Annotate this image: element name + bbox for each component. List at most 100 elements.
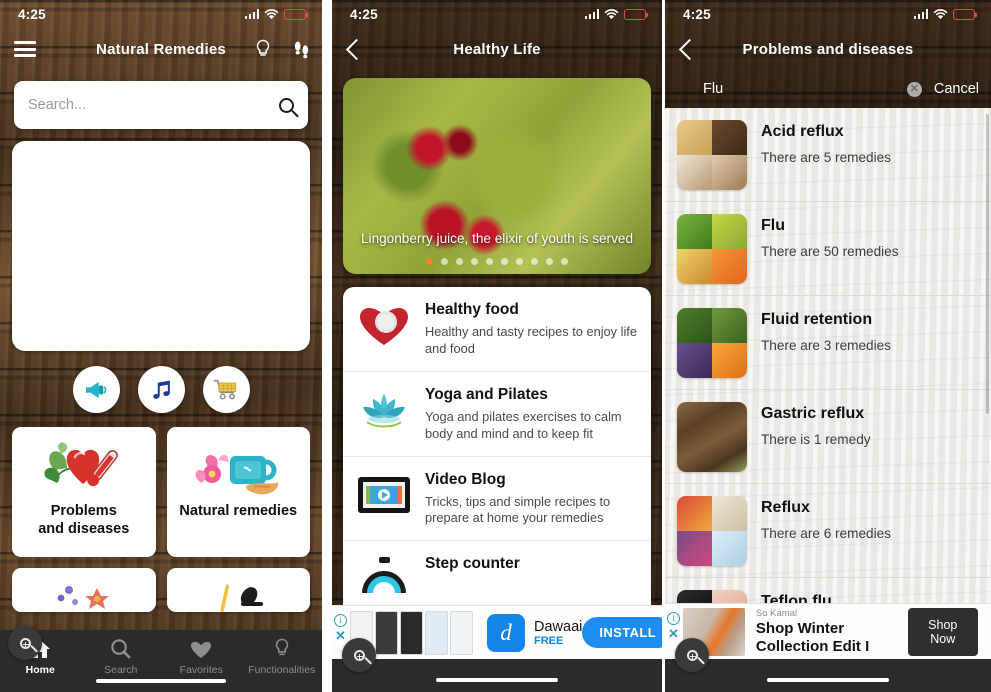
carousel-dot[interactable] [486,258,493,265]
shop-now-button[interactable]: Shop Now [907,607,979,656]
carousel-dot[interactable] [426,258,433,265]
scrollbar[interactable] [986,114,989,414]
status-clock: 4:25 [18,6,46,22]
screenshot-stage: 4:25 Natural Remedies Search... Problems… [0,0,991,692]
result-subtitle: There are 3 remedies [761,338,891,353]
ad-close-icon[interactable]: ✕ [335,629,346,642]
hamburger-menu-icon[interactable] [14,41,36,57]
carousel-dot[interactable] [561,258,568,265]
zoom-in-icon[interactable] [675,638,709,672]
search-bar[interactable]: Flu ✕ Cancel [665,70,991,108]
menu-button[interactable] [0,41,36,57]
back-button[interactable] [665,38,701,60]
list-item-desc: Tricks, tips and simple recipes to prepa… [425,493,611,526]
megaphone-icon-button[interactable] [72,366,120,413]
battery-low-icon [284,8,309,20]
result-thumbnail [677,402,747,472]
sidebar-item-functionalities[interactable]: Functionalities [242,638,323,676]
status-bar: 4:25 [665,0,991,28]
carousel-dots[interactable] [343,258,651,265]
back-chevron-icon[interactable] [678,38,701,60]
home-indicator [767,677,889,682]
heart-plate-icon [356,301,412,349]
status-bar: 4:25 [332,0,662,28]
table-row[interactable]: Acid reflux There are 5 remedies [665,108,991,202]
quick-action-row [0,366,322,413]
status-icons [913,8,978,20]
tile-problems-and-diseases[interactable]: Problems and diseases [12,427,156,557]
page-title: Problems and diseases [742,40,914,58]
clear-text-icon[interactable]: ✕ [906,81,922,97]
ad-app-name: Dawaai [534,618,583,635]
ad-banner[interactable]: i ✕ d Dawaai FREE INSTALL [332,605,662,659]
carousel-dot[interactable] [516,258,523,265]
list-item[interactable]: Video Blog Tricks, tips and simple recip… [343,457,651,542]
sidebar-item-favorites[interactable]: Favorites [161,638,242,676]
result-title: Flu [761,217,785,234]
search-input[interactable]: Flu [703,81,907,97]
cellular-signal-icon [913,9,928,19]
table-row[interactable]: Fluid retention There are 3 remedies [665,296,991,390]
ad-info-icon[interactable]: i [667,612,680,625]
heart-thermometer-icon [37,440,131,502]
ad-close-icon[interactable]: ✕ [668,627,679,640]
search-input[interactable]: Search... [14,81,308,129]
featured-content-card[interactable] [12,141,310,351]
table-row[interactable]: Reflux There are 6 remedies [665,484,991,578]
ad-info-icon[interactable]: i [334,614,347,627]
list-item[interactable]: Yoga and Pilates Yoga and pilates exerci… [343,372,651,457]
category-tile-grid: Problems and diseases Natural remedies [12,427,310,612]
result-subtitle: There are 6 remedies [761,526,891,541]
result-thumbnail [677,214,747,284]
wifi-icon [933,8,948,19]
result-text: Gastric reflux There is 1 remedy [761,402,871,447]
video-player-icon [356,471,412,519]
search-icon[interactable] [279,97,294,113]
feature-list: Healthy food Healthy and tasty recipes t… [343,287,651,630]
tile-honey-partial[interactable] [166,568,310,612]
bottom-bar [332,659,662,692]
battery-low-icon [953,8,978,20]
footsteps-icon[interactable] [293,40,310,59]
carousel-dot[interactable] [546,258,553,265]
tile-flowers-partial[interactable] [12,568,156,612]
list-item[interactable]: Healthy food Healthy and tasty recipes t… [343,287,651,372]
tab-label: Functionalities [248,664,316,676]
nav-actions [255,39,310,59]
zoom-in-icon[interactable] [8,626,42,660]
carousel-dot[interactable] [441,258,448,265]
lightbulb-icon[interactable] [255,39,271,59]
top-navigation-bar: Problems and diseases [665,28,991,70]
table-row[interactable]: Flu There are 50 remedies [665,202,991,296]
home-indicator [436,677,558,682]
carousel-dot[interactable] [456,258,463,265]
ad-banner[interactable]: i ✕ So Kamal Shop Winter Collection Edit… [665,603,991,659]
status-clock: 4:25 [350,6,378,22]
cancel-button[interactable]: Cancel [934,81,979,97]
wifi-icon [264,8,279,19]
result-title: Gastric reflux [761,405,865,422]
battery-low-icon [624,8,649,20]
zoom-in-icon[interactable] [342,638,376,672]
shopping-cart-icon [213,379,237,400]
hero-carousel[interactable]: Lingonberry juice, the elixir of youth i… [343,78,651,274]
page-title: Healthy Life [453,40,541,58]
list-item-desc: Healthy and tasty recipes to enjoy life … [425,324,637,356]
tab-label: Search [104,664,138,676]
hero-caption: Lingonberry juice, the elixir of youth i… [360,231,633,247]
back-button[interactable] [332,38,368,60]
music-icon-button[interactable] [137,366,185,413]
sidebar-item-search[interactable]: Search [81,638,162,676]
table-row[interactable]: Gastric reflux There is 1 remedy [665,390,991,484]
pedometer-icon [356,555,412,603]
install-button[interactable]: INSTALL [582,617,662,648]
ad-headline: Shop Winter Collection Edit I [755,619,870,655]
cart-icon-button[interactable] [202,366,250,413]
tile-natural-remedies[interactable]: Natural remedies [166,427,310,557]
carousel-dot[interactable] [531,258,538,265]
megaphone-icon [86,381,107,398]
carousel-dot[interactable] [471,258,478,265]
back-chevron-icon[interactable] [345,38,368,60]
carousel-dot[interactable] [501,258,508,265]
top-navigation-bar: Natural Remedies [0,28,322,70]
